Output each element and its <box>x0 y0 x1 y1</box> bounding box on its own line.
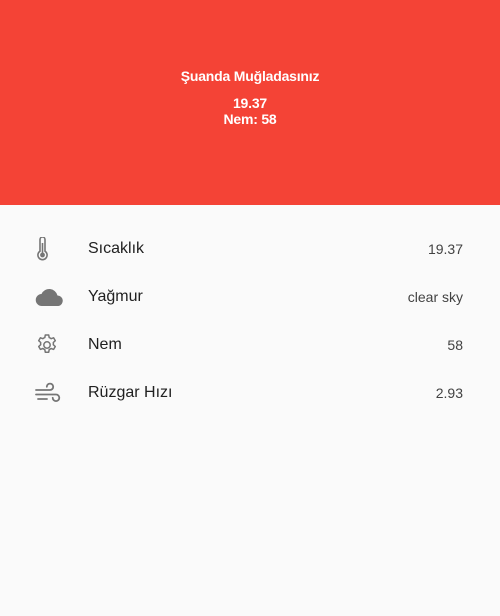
list-item-humidity[interactable]: Nem 58 <box>0 321 500 369</box>
header-humidity: Nem: 58 <box>223 111 277 127</box>
weather-details-list: Sıcaklık 19.37 Yağmur clear sky Nem 58 R… <box>0 225 500 417</box>
thermometer-icon <box>34 237 68 261</box>
list-item-label: Nem <box>88 336 122 353</box>
list-item-value: 2.93 <box>435 385 463 401</box>
list-item-wind-speed[interactable]: Rüzgar Hızı 2.93 <box>0 369 500 417</box>
location-title: Şuanda Muğladasınız <box>180 68 320 84</box>
list-item-rain[interactable]: Yağmur clear sky <box>0 273 500 321</box>
cloud-icon <box>34 285 68 309</box>
gear-icon <box>34 333 68 357</box>
list-item-label: Sıcaklık <box>88 240 145 257</box>
wind-icon <box>34 381 68 405</box>
list-item-value: clear sky <box>407 289 463 305</box>
list-item-label: Rüzgar Hızı <box>88 384 173 401</box>
header-temperature: 19.37 <box>232 95 268 111</box>
list-item-label: Yağmur <box>88 288 143 305</box>
header-banner: Şuanda Muğladasınız 19.37 Nem: 58 <box>0 0 500 205</box>
list-item-temperature[interactable]: Sıcaklık 19.37 <box>0 225 500 273</box>
list-item-value: 58 <box>447 337 463 353</box>
list-item-value: 19.37 <box>427 241 463 257</box>
